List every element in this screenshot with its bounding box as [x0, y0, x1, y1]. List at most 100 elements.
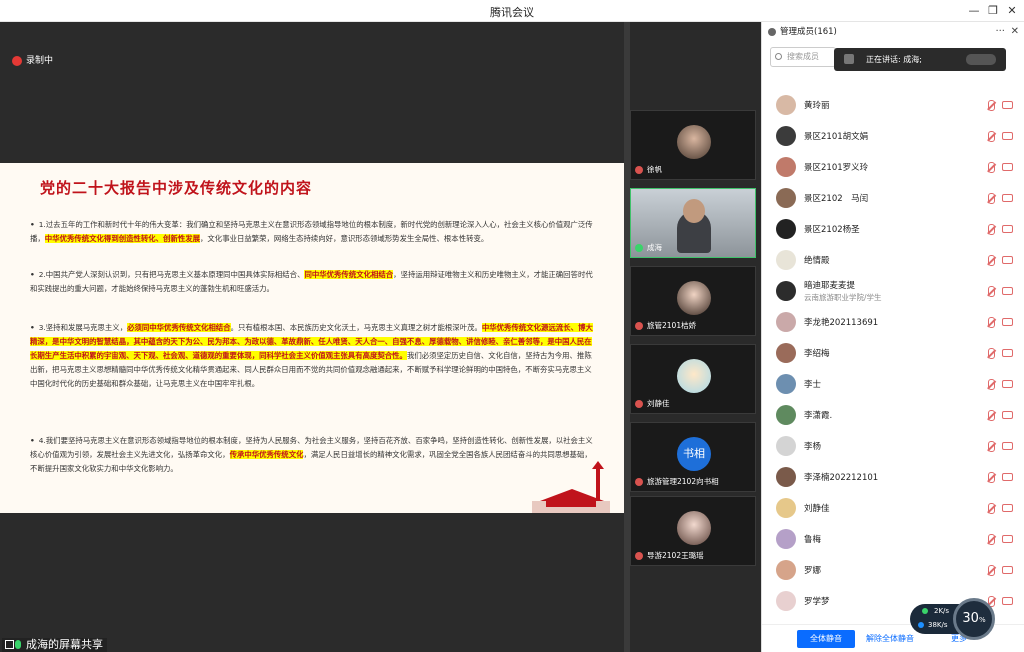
mic-muted-icon[interactable] [988, 534, 995, 545]
member-row[interactable]: 景区2102杨圣 [762, 214, 1024, 245]
member-row[interactable]: 李潇霞. [762, 400, 1024, 431]
download-speed: 38K/s [928, 621, 948, 629]
screen-share-label: 成海的屏幕共享 [2, 638, 107, 652]
member-name: 李杨 [804, 442, 822, 452]
slide-title: 党的二十大报告中涉及传统文化的内容 [40, 179, 313, 197]
avatar [776, 126, 796, 146]
video-tile[interactable]: 徐帆 [630, 110, 756, 180]
mute-all-button[interactable]: 全体静音 [797, 630, 855, 648]
member-row[interactable]: 李杨 [762, 431, 1024, 462]
tile-name: 导游2102王璐瑶 [647, 551, 704, 560]
member-row[interactable]: 绝情殿 [762, 245, 1024, 276]
video-tile[interactable]: 导游2102王璐瑶 [630, 496, 756, 566]
unmute-all-button[interactable]: 解除全体静音 [866, 630, 914, 648]
member-name: 景区2102杨圣 [804, 225, 860, 235]
member-row[interactable]: 暗迪耶麦麦提 云南旅游职业学院/学生 [762, 276, 1024, 307]
panel-more-button[interactable]: ··· [995, 22, 1005, 42]
mic-muted-icon[interactable] [988, 193, 995, 204]
panel-close-button[interactable]: ✕ [1011, 22, 1019, 42]
video-tile[interactable]: 旅管2101桔娇 [630, 266, 756, 336]
mic-muted-icon[interactable] [988, 441, 995, 452]
avatar [677, 359, 711, 393]
mic-muted-icon[interactable] [988, 348, 995, 359]
slide-paragraph-4: • 4.我们要坚持马克思主义在意识形态领域指导地位的根本制度，坚持为人民服务、为社… [30, 436, 593, 473]
video-tiles: 徐帆 成海 旅管2101桔娇 刘静佳 书相 旅游管理2102向书相 导游2102… [630, 22, 761, 652]
mic-muted-icon[interactable] [988, 286, 995, 297]
cpu-usage-widget[interactable]: 30% [953, 598, 995, 640]
avatar [776, 591, 796, 611]
video-tile[interactable]: 书相 旅游管理2102向书相 [630, 422, 756, 492]
member-name: 景区2102 马闰 [804, 194, 869, 204]
member-name: 黄玲丽 [804, 101, 830, 111]
slide-paragraph-3: • 3.坚持和发展马克思主义，必须同中华优秀传统文化相结合。只有植根本国、本民族历… [30, 323, 593, 388]
camera-off-icon[interactable] [1002, 380, 1013, 388]
mic-muted-icon[interactable] [988, 410, 995, 421]
member-name: 李士 [804, 380, 822, 390]
member-name: 鲁梅 [804, 535, 822, 545]
recording-indicator[interactable]: 录制中 [10, 53, 53, 69]
member-row[interactable]: 李绍梅 [762, 338, 1024, 369]
member-row[interactable]: 罗娜 [762, 555, 1024, 586]
member-name: 刘静佳 [804, 504, 830, 514]
video-tile-speaking[interactable]: 成海 [630, 188, 756, 258]
mic-muted-icon[interactable] [988, 131, 995, 142]
camera-off-icon[interactable] [1002, 566, 1013, 574]
mic-muted-icon[interactable] [988, 224, 995, 235]
recording-icon [12, 56, 22, 66]
upload-icon [922, 608, 928, 614]
camera-off-icon[interactable] [1002, 132, 1013, 140]
camera-off-icon[interactable] [1002, 225, 1013, 233]
member-name: 景区2101胡文娟 [804, 132, 869, 142]
member-row[interactable]: 李士 [762, 369, 1024, 400]
member-row[interactable]: 景区2101罗义玲 [762, 152, 1024, 183]
member-row[interactable]: 李泽楠202212101 [762, 462, 1024, 493]
avatar [776, 343, 796, 363]
avatar [776, 405, 796, 425]
mic-muted-icon[interactable] [988, 503, 995, 514]
camera-off-icon[interactable] [1002, 287, 1013, 295]
recording-label: 录制中 [26, 56, 54, 66]
member-row[interactable]: 李龙艳202113691 [762, 307, 1024, 338]
camera-off-icon[interactable] [1002, 504, 1013, 512]
avatar [776, 560, 796, 580]
mic-muted-icon[interactable] [988, 565, 995, 576]
avatar [776, 436, 796, 456]
member-row[interactable]: 黄玲丽 [762, 90, 1024, 121]
member-search-input[interactable]: 搜索成员 [770, 47, 836, 67]
member-row[interactable]: 刘静佳 [762, 493, 1024, 524]
member-list[interactable]: 黄玲丽景区2101胡文娟景区2101罗义玲景区2102 马闰 景区2102杨圣 绝情… [762, 70, 1024, 625]
mic-muted-icon[interactable] [988, 100, 995, 111]
member-row[interactable]: 鲁梅 [762, 524, 1024, 555]
video-tile[interactable]: 刘静佳 [630, 344, 756, 414]
avatar [677, 125, 711, 159]
screen-share-icon [5, 640, 14, 649]
camera-off-icon[interactable] [1002, 194, 1013, 202]
speaking-toast: 正在讲话: 成海; [834, 48, 1006, 71]
mic-muted-icon[interactable] [988, 472, 995, 483]
camera-off-icon[interactable] [1002, 101, 1013, 109]
mic-on-icon [15, 640, 21, 649]
camera-off-icon[interactable] [1002, 597, 1013, 605]
member-row[interactable]: 景区2101胡文娟 [762, 121, 1024, 152]
search-icon [775, 53, 782, 60]
download-icon [918, 622, 924, 628]
camera-off-icon[interactable] [1002, 442, 1013, 450]
camera-off-icon[interactable] [1002, 318, 1013, 326]
member-name: 绝情殿 [804, 256, 830, 266]
camera-off-icon[interactable] [1002, 163, 1013, 171]
camera-off-icon[interactable] [1002, 256, 1013, 264]
mic-muted-icon[interactable] [988, 255, 995, 266]
mic-muted-icon[interactable] [988, 379, 995, 390]
upload-speed: 2K/s [934, 607, 950, 615]
avatar [776, 188, 796, 208]
member-name: 李泽楠202212101 [804, 473, 879, 483]
camera-off-icon[interactable] [1002, 349, 1013, 357]
close-window-button[interactable]: ✕ [1001, 2, 1023, 20]
camera-off-icon[interactable] [1002, 535, 1013, 543]
mic-muted-icon[interactable] [988, 317, 995, 328]
member-row[interactable]: 景区2102 马闰 [762, 183, 1024, 214]
camera-off-icon[interactable] [1002, 411, 1013, 419]
mic-muted-icon[interactable] [988, 162, 995, 173]
avatar [776, 281, 796, 301]
camera-off-icon[interactable] [1002, 473, 1013, 481]
